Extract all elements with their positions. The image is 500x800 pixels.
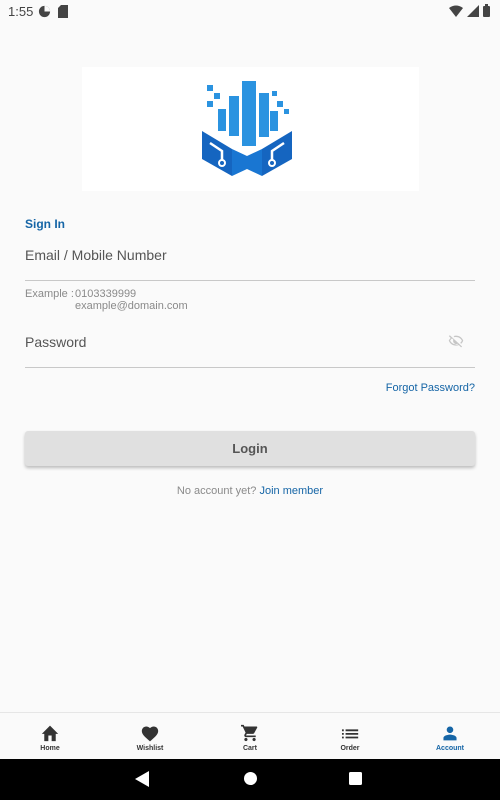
nav-label-order: Order <box>340 745 360 752</box>
heart-icon <box>141 726 159 742</box>
example-prefix: Example : <box>25 288 74 300</box>
visibility-off-icon[interactable] <box>447 333 465 349</box>
cart-icon <box>241 724 258 742</box>
home-circle-icon[interactable] <box>243 771 258 786</box>
nav-item-wishlist[interactable]: Wishlist <box>100 713 200 760</box>
signal-icon <box>467 4 479 17</box>
battery-icon <box>483 4 490 17</box>
recents-icon[interactable] <box>349 772 362 785</box>
nav-item-home[interactable]: Home <box>0 713 100 760</box>
example-email: example@domain.com <box>75 300 188 312</box>
example-phone: 0103339999 <box>75 288 137 300</box>
nav-label-wishlist: Wishlist <box>136 745 164 752</box>
nav-item-account[interactable]: Account <box>400 713 500 760</box>
join-row: No account yet? Join member <box>0 485 500 497</box>
email-field-label: Email / Mobile Number <box>25 247 167 263</box>
person-icon <box>443 726 457 741</box>
join-member-link[interactable]: Join member <box>259 485 323 497</box>
system-nav-bar <box>0 759 500 800</box>
nav-item-order[interactable]: Order <box>300 713 400 760</box>
building-circuit-logo <box>202 81 292 176</box>
status-time: 1:55 <box>8 4 34 19</box>
back-icon[interactable] <box>135 771 149 787</box>
home-icon <box>41 725 59 742</box>
nav-item-cart[interactable]: Cart <box>200 713 300 760</box>
signin-title: Sign In <box>25 217 65 231</box>
logo-container <box>82 67 419 191</box>
list-icon <box>341 729 359 739</box>
login-button[interactable]: Login <box>25 431 475 466</box>
wifi-icon <box>449 5 463 17</box>
password-field[interactable]: Password <box>25 327 475 368</box>
nav-label-home: Home <box>40 745 60 752</box>
email-field[interactable]: Email / Mobile Number <box>25 240 475 281</box>
nav-label-account: Account <box>436 745 464 752</box>
no-account-text: No account yet? <box>176 485 257 497</box>
forgot-password-link[interactable]: Forgot Password? <box>386 382 475 394</box>
sim-card-icon <box>58 5 68 18</box>
nav-label-cart: Cart <box>242 745 257 752</box>
data-saver-icon <box>38 5 51 18</box>
status-bar: 1:55 <box>0 0 500 24</box>
bottom-nav: Home Wishlist Cart Order Account <box>0 712 500 760</box>
password-field-label: Password <box>25 334 87 350</box>
